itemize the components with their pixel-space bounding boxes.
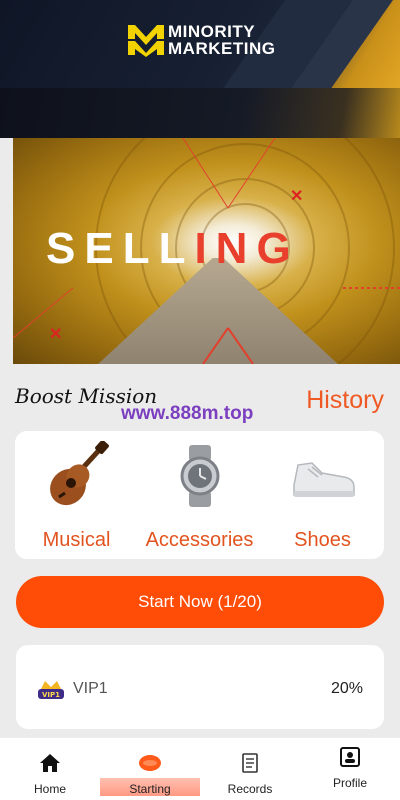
category-label: Musical bbox=[42, 529, 111, 551]
vip-level-name: VIP1 bbox=[73, 680, 108, 697]
category-shoes[interactable]: Shoes bbox=[261, 431, 384, 559]
nav-label: Profile bbox=[332, 776, 367, 790]
vip-badge-text: VIP1 bbox=[42, 691, 60, 699]
nav-starting[interactable]: Starting bbox=[100, 738, 200, 800]
banner-text-white: SELL bbox=[46, 224, 195, 273]
brand-name: MINORITY MARKETING bbox=[168, 23, 275, 57]
history-link[interactable]: History bbox=[306, 386, 384, 415]
category-label: Accessories bbox=[145, 529, 254, 551]
vip-crown-icon: VIP1 bbox=[37, 677, 65, 701]
vip-commission-rate: 20% bbox=[330, 680, 363, 697]
sneaker-icon bbox=[288, 441, 358, 511]
nav-label: Home bbox=[33, 782, 66, 796]
brand-line1: MINORITY bbox=[168, 22, 256, 41]
category-accessories[interactable]: Accessories bbox=[138, 431, 261, 559]
vip-card: VIP1 VIP1 20% bbox=[16, 645, 384, 729]
banner-x-mark: ✕ bbox=[49, 326, 63, 343]
brand-logo: MINORITY MARKETING bbox=[128, 22, 275, 58]
nav-label: Records bbox=[227, 782, 273, 796]
nav-records[interactable]: Records bbox=[200, 738, 300, 800]
banner-x-mark: ✕ bbox=[290, 188, 304, 205]
watermark-url: www.888m.top bbox=[121, 403, 254, 424]
category-musical[interactable]: Musical bbox=[15, 431, 138, 559]
banner-text-red: ING bbox=[194, 224, 300, 273]
header-band bbox=[0, 88, 400, 138]
category-label: Shoes bbox=[294, 529, 351, 551]
start-now-button[interactable]: Start Now (1/20) bbox=[16, 576, 384, 628]
promo-banner[interactable]: ✕ ✕ SELLING bbox=[13, 138, 400, 364]
starting-icon bbox=[138, 752, 162, 774]
watch-icon bbox=[165, 441, 235, 511]
bottom-nav: Home Starting Records Profile bbox=[0, 738, 400, 800]
home-icon bbox=[38, 752, 62, 774]
brand-line2: MARKETING bbox=[168, 39, 276, 58]
category-card: Musical Accessories Shoes bbox=[15, 431, 384, 559]
nav-label: Starting bbox=[129, 782, 171, 796]
nav-profile[interactable]: Profile bbox=[300, 738, 400, 800]
ukulele-icon bbox=[42, 440, 112, 511]
profile-icon bbox=[338, 746, 362, 768]
nav-home[interactable]: Home bbox=[0, 738, 100, 800]
app-header: MINORITY MARKETING bbox=[0, 0, 400, 88]
logo-mark-icon bbox=[128, 23, 164, 57]
banner-headline: SELLING bbox=[46, 224, 300, 274]
records-icon bbox=[238, 752, 262, 774]
